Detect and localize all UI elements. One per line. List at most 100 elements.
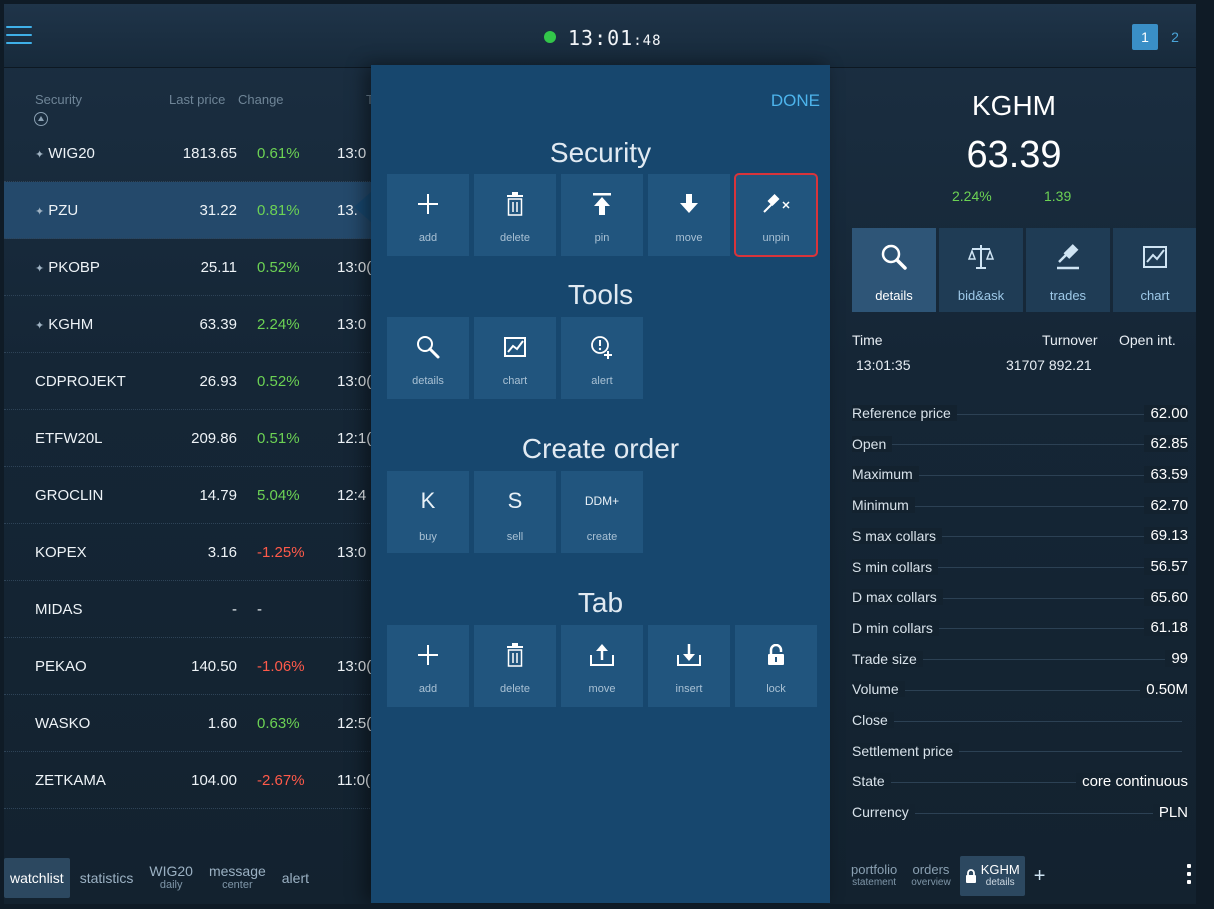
tab-insert-button[interactable]: insert	[648, 625, 730, 707]
table-row[interactable]: ETFW20L 209.86 0.51% 12:1(	[4, 410, 384, 467]
security-name-text: WIG20	[48, 145, 95, 162]
table-row[interactable]: ✦ PKOBP 25.11 0.52% 13:0(	[4, 239, 384, 296]
tab-bid-ask-label: bid&ask	[957, 288, 1005, 303]
last-price: 209.86	[191, 430, 237, 447]
tab-lock-button[interactable]: lock	[735, 625, 817, 707]
security-name: KOPEX	[35, 544, 87, 561]
section-title-tab: Tab	[577, 587, 624, 618]
tab-details[interactable]: details	[852, 228, 936, 312]
bottom-tab-watchlist[interactable]: watchlist	[4, 858, 70, 898]
change-pct: -1.25%	[257, 544, 305, 561]
trash-icon	[507, 643, 523, 667]
scales-icon	[967, 245, 995, 269]
bottom-tab-label: watchlist	[10, 870, 64, 886]
page-2-button[interactable]: 2	[1162, 24, 1188, 50]
field-value: 62.85	[1144, 435, 1188, 453]
field-label: Reference price	[852, 405, 957, 421]
detail-field-row: D max collars 65.60	[852, 582, 1188, 612]
table-row[interactable]: WASKO 1.60 0.63% 12:5(	[4, 695, 384, 752]
bottom-tab-wig20[interactable]: WIG20 daily	[143, 858, 199, 898]
more-options-icon[interactable]	[1186, 864, 1192, 888]
tools-details-button[interactable]: details	[387, 317, 469, 399]
table-row[interactable]: ✦ WIG20 1813.65 0.61% 13:0	[4, 125, 384, 182]
tab-bid-ask[interactable]: bid&ask	[939, 228, 1023, 312]
section-title-security: Security	[549, 137, 652, 168]
last-price: 1813.65	[182, 145, 237, 162]
tools-chart-button[interactable]: chart	[474, 317, 556, 399]
security-name-text: PKOBP	[48, 259, 100, 276]
field-value: 69.13	[1144, 527, 1188, 545]
field-leader-line	[914, 812, 1153, 814]
field-leader-line	[922, 659, 1166, 661]
bottom-tab-statistics[interactable]: statistics	[74, 858, 140, 898]
table-row[interactable]: ✦ PZU 31.22 0.81% 13.	[4, 182, 384, 239]
col-change[interactable]: Change	[238, 92, 284, 107]
table-row[interactable]: PEKAO 140.50 -1.06% 13:0(	[4, 638, 384, 695]
done-button[interactable]: DONE	[771, 91, 820, 111]
tab-kghm-details[interactable]: KGHM details	[959, 856, 1025, 896]
section-title-create-order: Create order	[521, 433, 680, 464]
security-name-text: CDPROJEKT	[35, 373, 126, 390]
table-row[interactable]: ZETKAMA 104.00 -2.67% 11:0(	[4, 752, 384, 809]
tab-orders-sub: overview	[911, 877, 951, 888]
trade-time: 11:0(	[337, 772, 371, 789]
tab-add-button[interactable]: add	[387, 625, 469, 707]
security-delete-button[interactable]: delete	[474, 174, 556, 256]
clock-hm: 13:01	[568, 26, 634, 50]
sort-ascending-icon[interactable]	[34, 112, 48, 126]
add-tab-button[interactable]: +	[1029, 866, 1051, 886]
tab-orders-overview[interactable]: orders overview	[906, 863, 955, 889]
bottom-tab-message[interactable]: message center	[203, 858, 272, 898]
security-delete-label: delete	[500, 232, 530, 244]
table-row[interactable]: KOPEX 3.16 -1.25% 13:0	[4, 524, 384, 581]
tools-alert-button[interactable]: alert	[561, 317, 643, 399]
field-label: D min collars	[852, 619, 939, 636]
security-unpin-button[interactable]: unpin	[734, 173, 818, 257]
field-leader-line	[959, 751, 1182, 753]
security-pin-button[interactable]: pin	[561, 174, 643, 256]
tab-delete-button[interactable]: delete	[474, 625, 556, 707]
lock-icon	[768, 644, 784, 665]
security-name: CDPROJEKT	[35, 373, 126, 390]
last-price: 140.50	[191, 658, 237, 675]
sell-glyph: S	[507, 488, 523, 513]
security-add-button[interactable]: add	[387, 174, 469, 256]
change-pct: 5.04%	[257, 487, 300, 504]
change-pct: -1.06%	[257, 658, 305, 675]
table-row[interactable]: MIDAS - -	[4, 581, 384, 638]
tab-portfolio-statement[interactable]: portfolio statement	[846, 863, 902, 889]
bottom-tab-bar: watchlist statistics WIG20 daily message cent…	[4, 852, 319, 904]
menu-icon[interactable]	[6, 26, 32, 48]
tools-alert-label: alert	[591, 375, 613, 387]
tab-chart[interactable]: chart	[1113, 228, 1196, 312]
tab-trades[interactable]: trades	[1026, 228, 1110, 312]
order-buy-button[interactable]: K buy	[387, 471, 469, 553]
security-name-text: WASKO	[35, 715, 91, 732]
tab-move-button[interactable]: move	[561, 625, 643, 707]
col-security[interactable]: Security	[35, 92, 82, 107]
field-label: Volume	[852, 681, 905, 698]
col-last-price[interactable]: Last price	[169, 92, 225, 107]
last-price: 25.11	[200, 259, 237, 276]
table-row[interactable]: CDPROJEKT 26.93 0.52% 13:0(	[4, 353, 384, 410]
detail-field-row: Maximum 63.59	[852, 459, 1188, 489]
tab-add-label: add	[418, 683, 438, 695]
table-row[interactable]: ✦ KGHM 63.39 2.24% 13:0	[4, 296, 384, 353]
time-label: Time	[852, 332, 883, 348]
order-sell-button[interactable]: S sell	[474, 471, 556, 553]
order-create-button[interactable]: DDM+ create	[561, 471, 643, 553]
tab-lock-label: lock	[766, 683, 786, 695]
upload-icon	[590, 644, 614, 666]
trade-time: 12:5(	[337, 715, 372, 732]
last-price: 104.00	[191, 772, 237, 789]
detail-field-row: Close	[852, 705, 1188, 735]
order-sell-label: sell	[506, 531, 524, 543]
page-1-button[interactable]: 1	[1132, 24, 1158, 50]
pin-icon: ✦	[35, 263, 45, 275]
field-value: 99	[1165, 650, 1188, 668]
security-move-button[interactable]: move	[648, 174, 730, 256]
detail-field-row: Minimum 62.70	[852, 490, 1188, 520]
field-leader-line	[942, 597, 1145, 599]
table-row[interactable]: GROCLIN 14.79 5.04% 12:4	[4, 467, 384, 524]
bottom-tab-alert[interactable]: alert	[276, 858, 315, 898]
